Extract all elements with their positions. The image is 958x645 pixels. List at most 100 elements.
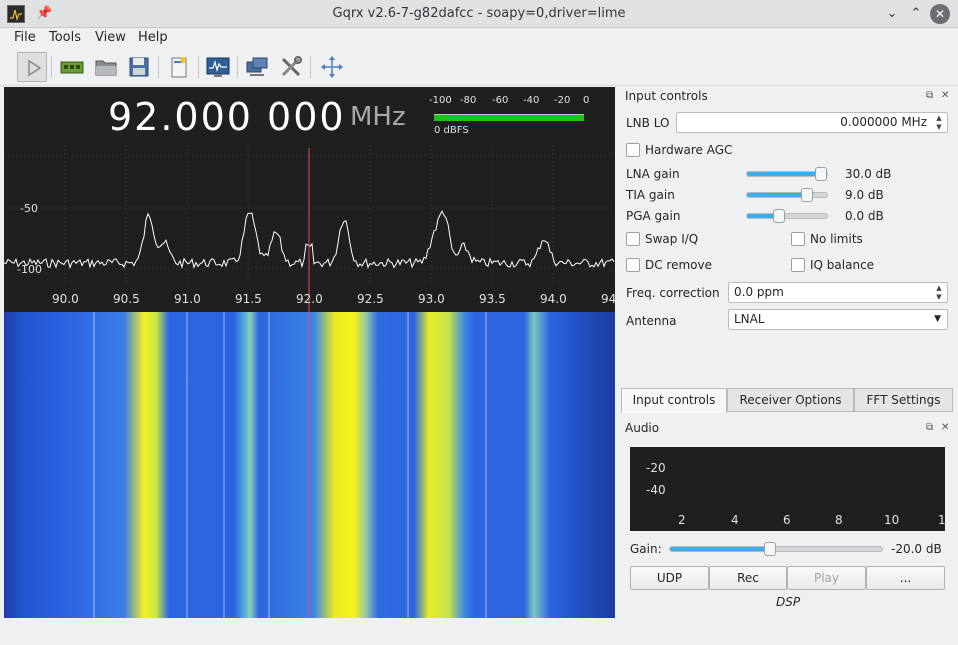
freq-correction-label: Freq. correction — [626, 286, 720, 300]
maximize-button[interactable]: ⌃ — [906, 4, 926, 24]
meter-label: 0 dBFS — [434, 125, 469, 136]
spectrum-plot[interactable]: -50 -100 90.0 90.5 91.0 91.5 92.0 92.5 9… — [4, 145, 615, 312]
bookmark-icon — [171, 57, 187, 78]
hardware-agc-label: Hardware AGC — [645, 143, 733, 157]
dc-remove-checkbox[interactable] — [626, 258, 640, 272]
play-audio-button[interactable]: Play — [787, 566, 866, 590]
lnb-lo-spinner[interactable]: ▲ ▼ — [933, 114, 945, 132]
audio-gain-label: Gain: — [630, 542, 662, 556]
audio-options-button[interactable]: ... — [866, 566, 945, 590]
minimize-button[interactable]: ⌄ — [882, 4, 902, 24]
hardware-agc-checkbox[interactable] — [626, 143, 640, 157]
fft-button[interactable] — [203, 52, 233, 82]
network-icon — [246, 57, 268, 76]
slider-handle[interactable] — [801, 188, 813, 202]
save-icon — [129, 57, 149, 77]
tia-gain-slider[interactable] — [746, 188, 828, 202]
slider-fill — [670, 547, 770, 551]
play-icon — [28, 59, 42, 77]
audio-fft-plot[interactable]: -20 -40 2 4 6 8 10 1 — [630, 447, 946, 531]
slider-handle[interactable] — [763, 542, 776, 556]
open-button[interactable] — [91, 52, 121, 82]
toolbar-separator — [158, 56, 159, 78]
frequency-readout[interactable]: 92.000 000 — [108, 95, 346, 139]
menu-help[interactable]: Help — [138, 30, 168, 45]
x-axis-label: 94 — [601, 292, 615, 306]
lnb-lo-input[interactable]: 0.000000 MHz ▲ ▼ — [676, 112, 948, 133]
rec-button[interactable]: Rec — [709, 566, 787, 590]
udp-button[interactable]: UDP — [630, 566, 709, 590]
toolbar-separator — [310, 56, 311, 78]
signal-meter: -100 -80 -60 -40 -20 0 0 dBFS — [429, 95, 589, 140]
waterfall-display[interactable] — [4, 312, 615, 618]
meter-tick: -80 — [460, 95, 477, 106]
x-axis-label: 93.5 — [479, 292, 506, 306]
dock-tabs: Input controls Receiver Options FFT Sett… — [621, 388, 955, 413]
chevron-down-icon: ▼ — [934, 314, 941, 324]
slider-fill — [747, 193, 807, 197]
audio-gain-slider[interactable] — [669, 542, 883, 556]
tia-gain-label: TIA gain — [626, 188, 675, 202]
swap-iq-checkbox[interactable] — [626, 232, 640, 246]
x-axis-label: 91.5 — [235, 292, 262, 306]
no-limits-label: No limits — [810, 232, 863, 246]
fft-icon — [206, 57, 230, 77]
meter-tick: -20 — [554, 95, 571, 106]
meter-tick: -100 — [429, 95, 452, 106]
menu-file[interactable]: File — [14, 30, 36, 45]
menu-bar: File Tools View Help — [0, 28, 958, 48]
dsp-label: DSP — [776, 595, 801, 609]
fit-button[interactable] — [317, 52, 347, 82]
audio-x-label: 1 — [938, 513, 946, 527]
dock-float-icon[interactable]: ⧉ — [926, 90, 933, 101]
meter-bar — [434, 114, 584, 121]
lnb-lo-value: 0.000000 MHz — [840, 115, 927, 129]
menu-tools[interactable]: Tools — [49, 30, 81, 45]
bookmark-button[interactable] — [164, 52, 194, 82]
swap-iq-label: Swap I/Q — [645, 232, 699, 246]
toolbar-separator — [198, 56, 199, 78]
antenna-value: LNAL — [734, 312, 765, 326]
antenna-label: Antenna — [626, 314, 677, 328]
antenna-select[interactable]: LNAL ▼ — [728, 309, 948, 330]
audio-y-label: -40 — [646, 483, 666, 497]
slider-handle[interactable] — [773, 209, 785, 223]
audio-x-label: 8 — [835, 513, 843, 527]
audio-y-label: -20 — [646, 461, 666, 475]
hardware-icon — [60, 61, 84, 74]
tools-button[interactable] — [276, 52, 306, 82]
lna-gain-value: 30.0 dB — [845, 167, 892, 181]
audio-x-label: 4 — [731, 513, 739, 527]
slider-handle[interactable] — [814, 167, 827, 181]
open-folder-icon — [95, 60, 117, 76]
close-button[interactable]: ✕ — [930, 4, 950, 24]
toolbar-separator — [51, 56, 52, 78]
play-button[interactable] — [17, 52, 47, 82]
tab-fft-settings[interactable]: FFT Settings — [854, 388, 953, 412]
audio-title: Audio — [625, 421, 660, 435]
x-axis-label: 90.5 — [113, 292, 140, 306]
hardware-button[interactable] — [57, 52, 87, 82]
toolbar-separator — [237, 56, 238, 78]
network-button[interactable] — [242, 52, 272, 82]
save-button[interactable] — [124, 52, 154, 82]
dock-close-icon[interactable]: ✕ — [941, 90, 949, 101]
window-title: Gqrx v2.6-7-g82dafcc - soapy=0,driver=li… — [332, 6, 626, 21]
no-limits-checkbox[interactable] — [791, 232, 805, 246]
pga-gain-slider[interactable] — [746, 209, 828, 223]
tab-input-controls[interactable]: Input controls — [621, 388, 727, 413]
freq-correction-spinner[interactable]: ▲ ▼ — [933, 284, 945, 302]
menu-view[interactable]: View — [95, 30, 126, 45]
frequency-unit: MHz — [350, 102, 406, 132]
dock-close-icon[interactable]: ✕ — [941, 422, 949, 433]
right-dock-panel: Input controls ⧉ ✕ LNB LO 0.000000 MHz ▲… — [619, 87, 955, 642]
lna-gain-slider[interactable] — [746, 167, 828, 181]
dock-float-icon[interactable]: ⧉ — [926, 422, 933, 433]
y-axis-label: -100 — [17, 263, 42, 276]
tab-receiver-options[interactable]: Receiver Options — [727, 388, 854, 412]
freq-correction-value: 0.0 ppm — [734, 285, 784, 299]
freq-correction-input[interactable]: 0.0 ppm ▲ ▼ — [728, 282, 948, 303]
iq-balance-checkbox[interactable] — [791, 258, 805, 272]
meter-tick: -40 — [523, 95, 540, 106]
spectrum-plot-window[interactable]: 92.000 000 MHz -100 -80 -60 -40 -20 0 0 … — [4, 87, 615, 618]
